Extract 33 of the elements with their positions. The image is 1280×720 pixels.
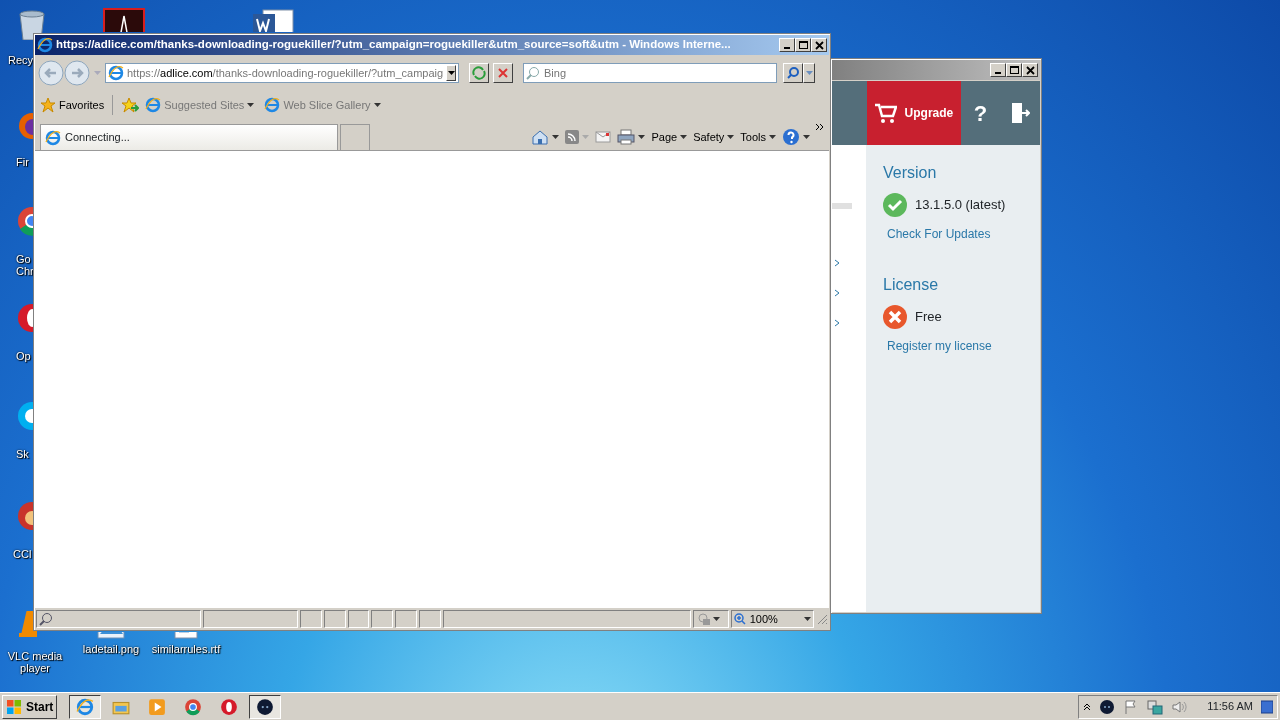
icon-label[interactable]: player bbox=[20, 662, 50, 674]
status-text: Free bbox=[915, 308, 942, 327]
icon-label[interactable]: similarrules.rtf bbox=[151, 643, 221, 655]
start-button[interactable]: Start bbox=[2, 694, 58, 719]
favorites-link[interactable]: Suggested Sites bbox=[145, 96, 255, 114]
icon-label[interactable]: Fir bbox=[16, 156, 29, 168]
window-title: https://adlice.com/thanks-downloading-roguekiller/?utm_campaign=roguekiller&utm_source=soft&utm - Windows Interne... bbox=[56, 37, 731, 53]
favorites-button[interactable]: Favorites bbox=[40, 96, 105, 114]
section-heading: Version bbox=[883, 163, 938, 183]
menu-button[interactable]: Page bbox=[651, 128, 688, 146]
status-text: 13.1.5.0 (latest) bbox=[915, 196, 1006, 215]
icon-label[interactable]: Op bbox=[16, 350, 31, 362]
help-button[interactable]: ? bbox=[960, 81, 1001, 145]
zoom-button[interactable]: 100% bbox=[730, 610, 814, 628]
browser-tab[interactable]: Connecting... bbox=[40, 124, 338, 150]
icon-label[interactable]: Recy bbox=[8, 54, 34, 66]
link[interactable]: Register my license bbox=[887, 337, 1040, 355]
menu-button[interactable]: Tools bbox=[740, 128, 776, 146]
icon-label[interactable]: Chr bbox=[16, 265, 34, 277]
clock: 11:56 AM bbox=[1207, 699, 1253, 715]
search-field[interactable]: Bing bbox=[523, 63, 777, 83]
icon-label[interactable]: Sk bbox=[16, 448, 29, 460]
favorites-link[interactable]: Web Slice Gallery bbox=[264, 96, 381, 114]
icon-label[interactable]: CCl bbox=[13, 548, 32, 560]
section-heading: License bbox=[883, 275, 940, 295]
menu-button[interactable]: Safety bbox=[693, 128, 735, 146]
address-text: https://adlice.com/thanks-downloading-roguekiller/?utm_campaig bbox=[127, 65, 444, 81]
icon-label[interactable]: ladetail.png bbox=[82, 643, 140, 655]
address-field[interactable]: https://adlice.com/thanks-downloading-roguekiller/?utm_campaig bbox=[105, 63, 459, 83]
icon-label[interactable]: Go bbox=[16, 253, 31, 265]
upgrade-button[interactable]: Upgrade bbox=[866, 81, 961, 145]
icon-label[interactable]: VLC media bbox=[7, 650, 63, 662]
link[interactable]: Check For Updates bbox=[887, 225, 1040, 243]
